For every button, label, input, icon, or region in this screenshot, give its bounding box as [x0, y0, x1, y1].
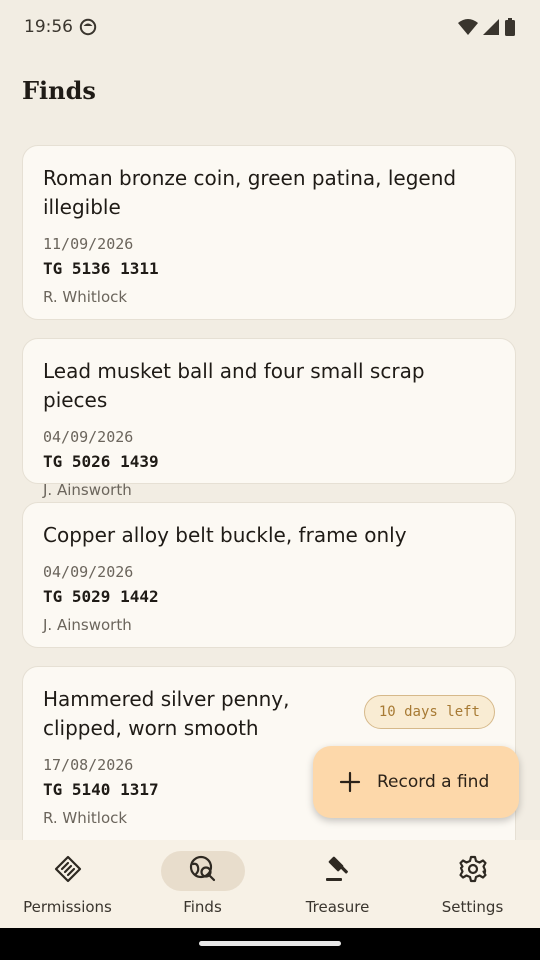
find-title: Roman bronze coin, green patina, legend … — [43, 166, 457, 219]
status-bar: 19:56 — [0, 0, 540, 56]
gesture-handle[interactable] — [199, 941, 341, 946]
find-date: 04/09/2026 — [43, 428, 134, 446]
nav-label-settings: Settings — [441, 898, 504, 916]
signal-icon — [482, 18, 500, 40]
nav-label-treasure: Treasure — [305, 898, 370, 916]
wifi-icon — [458, 18, 478, 40]
bottom-navigation: Permissions Finds Treasure Settings — [0, 840, 540, 928]
plus-icon — [339, 771, 361, 793]
find-date: 04/09/2026 — [43, 563, 134, 581]
nav-item-treasure[interactable]: Treasure — [270, 840, 405, 928]
handshake-icon — [53, 854, 83, 888]
battery-icon — [504, 18, 516, 40]
find-title: Hammered silver penny, clipped, worn smo… — [43, 687, 290, 740]
find-date: 11/09/2026 — [43, 235, 134, 253]
record-find-label: Record a find — [377, 772, 490, 792]
gavel-icon — [323, 854, 353, 888]
find-recorder: J. Ainsworth — [43, 481, 132, 499]
gesture-navigation-bar — [0, 928, 540, 960]
nav-label-permissions: Permissions — [23, 898, 112, 916]
find-title: Lead musket ball and four small scrap pi… — [43, 359, 425, 412]
find-card[interactable]: Copper alloy belt buckle, frame only 04/… — [22, 502, 516, 648]
page-title: Finds — [22, 76, 96, 105]
gear-icon — [458, 854, 488, 888]
record-find-button[interactable]: Record a find — [313, 746, 519, 818]
deadline-badge: 10 days left — [363, 695, 495, 729]
nav-item-settings[interactable]: Settings — [405, 840, 540, 928]
find-card[interactable]: Roman bronze coin, green patina, legend … — [22, 145, 516, 320]
find-grid-reference: TG 5029 1442 — [43, 587, 159, 606]
find-recorder: J. Ainsworth — [43, 616, 132, 634]
nav-item-permissions[interactable]: Permissions — [0, 840, 135, 928]
nav-label-finds: Finds — [183, 898, 222, 916]
face-icon — [79, 18, 97, 40]
find-card[interactable]: Lead musket ball and four small scrap pi… — [22, 338, 516, 499]
nav-item-finds[interactable]: Finds — [135, 840, 270, 928]
find-grid-reference: TG 5136 1311 — [43, 259, 159, 278]
globe-search-icon — [188, 854, 218, 888]
find-title: Copper alloy belt buckle, frame only — [43, 523, 407, 547]
status-time: 19:56 — [24, 17, 73, 37]
find-recorder: R. Whitlock — [43, 288, 128, 306]
find-grid-reference: TG 5026 1439 — [43, 452, 159, 471]
